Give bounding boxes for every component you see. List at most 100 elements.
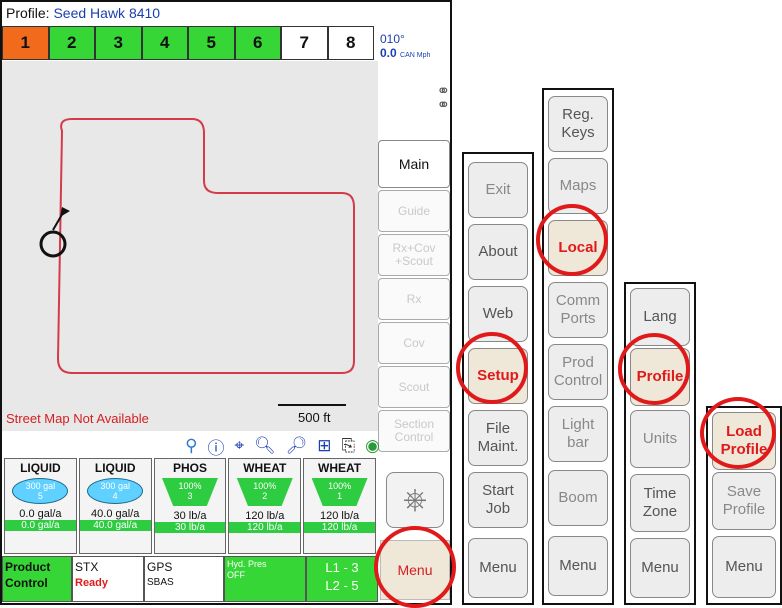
tab-1[interactable]: Guide: [378, 190, 450, 232]
map-view[interactable]: [2, 61, 378, 431]
section-2[interactable]: 2: [48, 26, 95, 60]
col1-button-about[interactable]: About: [468, 224, 528, 280]
product-card[interactable]: PHOS 100% 3 30 lb/a 30 lb/a: [153, 458, 227, 554]
scale-label: 500 ft: [298, 410, 331, 425]
section-3[interactable]: 3: [95, 26, 142, 60]
section-1[interactable]: 1: [2, 26, 49, 60]
product-amount: 100%: [253, 481, 277, 491]
layer-icon[interactable]: ⎘: [342, 436, 356, 456]
product-rate: 120 lb/a: [245, 510, 285, 522]
col1-button-exit[interactable]: Exit: [468, 162, 528, 218]
tab-0[interactable]: Main: [378, 140, 450, 188]
menu-column-2: Reg. Keys Maps Local Comm Ports Prod Control…: [536, 88, 614, 605]
stx-state: Ready: [75, 577, 109, 589]
zoom-out-icon[interactable]: 🔎︎: [286, 436, 308, 456]
speed-unit: CAN Mph: [400, 52, 431, 59]
profile-bar: Profile: Seed Hawk 8410: [2, 2, 160, 24]
tab-column: Main Guide Rx+Cov +Scout Rx Cov Scout Section …: [378, 140, 450, 454]
tab-2[interactable]: Rx+Cov +Scout: [378, 234, 450, 276]
stx-label: STX: [75, 560, 99, 574]
product-amount: 100%: [328, 481, 352, 491]
scale-bar: [278, 404, 346, 406]
hyd-off: OFF: [227, 570, 245, 580]
section-6[interactable]: 6: [234, 26, 281, 60]
steering-wheel-icon: ⎈: [403, 483, 427, 516]
product-level: 300 gal 5: [12, 478, 69, 504]
profile-label: Profile:: [6, 5, 50, 21]
col2-button-menu[interactable]: Menu: [548, 536, 608, 596]
product-rate: 0.0 gal/a: [19, 508, 62, 520]
profile-value: Seed Hawk 8410: [53, 5, 161, 21]
stx-status: STX Ready: [72, 556, 144, 602]
highlight-ring: [700, 397, 776, 469]
col1-button-menu[interactable]: Menu: [468, 538, 528, 598]
product-card[interactable]: LIQUID 300 gal 5 0.0 gal/a 0.0 gal/a: [4, 458, 77, 554]
highlight-ring: [456, 332, 528, 404]
product-number: 4: [112, 491, 118, 501]
zoom-icons[interactable]: ⚭ ⚭: [380, 84, 450, 114]
col1-button-start-job[interactable]: Start Job: [468, 472, 528, 528]
section-5[interactable]: 5: [188, 26, 235, 60]
lane-2: L2 - 5: [325, 578, 359, 593]
steering-wheel-button[interactable]: ⎈: [386, 472, 444, 528]
product-control-button[interactable]: Product Control: [2, 556, 72, 602]
col4-button-save-profile[interactable]: Save Profile: [712, 472, 776, 530]
menu-column-4: Load Profile Save Profile Menu: [700, 397, 782, 605]
product-card[interactable]: WHEAT 100% 2 120 lb/a 120 lb/a: [228, 458, 302, 554]
tab-4[interactable]: Cov: [378, 322, 450, 364]
map-toolbar: ⚲ ⓘ ⌖ 🔍︎ 🔎︎ ⊞ ⎘ ◉: [150, 434, 380, 458]
speed-value: 0.0: [380, 46, 397, 60]
col2-button-boom[interactable]: Boom: [548, 470, 608, 526]
tab-3[interactable]: Rx: [378, 278, 450, 320]
product-number: 1: [337, 491, 343, 501]
col2-button-light-bar[interactable]: Light bar: [548, 406, 608, 462]
product-rate: 120 lb/a: [320, 510, 360, 522]
highlight-ring: [618, 333, 690, 405]
crosshair-icon[interactable]: ⌖: [235, 436, 245, 456]
col3-button-menu[interactable]: Menu: [630, 538, 690, 598]
product-level: 100% 3: [161, 478, 218, 506]
lane-status: L1 - 3 L2 - 5: [306, 556, 378, 602]
col3-button-units[interactable]: Units: [630, 410, 690, 468]
status-bar: Product Control STX Ready GPS SBAS Hyd. …: [2, 556, 378, 602]
section-4[interactable]: 4: [141, 26, 188, 60]
product-name: WHEAT: [243, 461, 287, 475]
zoom-in-icon[interactable]: 🔍︎: [254, 436, 276, 456]
product-name: LIQUID: [20, 461, 61, 475]
gps-label: GPS: [147, 560, 173, 574]
col3-button-time-zone[interactable]: Time Zone: [630, 474, 690, 532]
product-target: 120 lb/a: [229, 522, 301, 533]
field-boundary: [56, 118, 355, 374]
col1-button-file-maint-[interactable]: File Maint.: [468, 410, 528, 466]
heading-value: 010°: [380, 32, 405, 46]
section-7[interactable]: 7: [281, 26, 328, 60]
info-icon[interactable]: ⓘ: [208, 434, 225, 459]
globe-icon[interactable]: ◉: [365, 436, 380, 456]
vehicle-icon: [39, 230, 67, 258]
col2-button-comm-ports[interactable]: Comm Ports: [548, 282, 608, 338]
lane-1: L1 - 3: [325, 560, 359, 575]
pin-icon[interactable]: ⚲: [185, 436, 197, 456]
product-number: 3: [187, 491, 193, 501]
product-level: 300 gal 4: [87, 478, 144, 504]
grid-icon[interactable]: ⊞: [317, 436, 331, 456]
col4-button-menu[interactable]: Menu: [712, 536, 776, 598]
col2-button-reg-keys[interactable]: Reg. Keys: [548, 96, 608, 152]
product-target: 120 lb/a: [304, 522, 375, 533]
speed-readout: 010° 0.0 CAN Mph ⚭ ⚭: [380, 32, 450, 114]
product-target: 40.0 gal/a: [79, 520, 151, 531]
col2-button-prod-control[interactable]: Prod Control: [548, 344, 608, 400]
product-card[interactable]: WHEAT 100% 1 120 lb/a 120 lb/a: [303, 458, 376, 554]
section-8[interactable]: 8: [327, 26, 374, 60]
product-level: 100% 1: [311, 478, 368, 506]
product-amount: 300 gal: [25, 481, 56, 491]
product-name: WHEAT: [318, 461, 362, 475]
product-rate: 40.0 gal/a: [91, 508, 140, 520]
tab-6[interactable]: Section Control: [378, 410, 450, 452]
product-name: PHOS: [172, 461, 207, 475]
map-message: Street Map Not Available: [6, 411, 149, 426]
product-card[interactable]: LIQUID 300 gal 4 40.0 gal/a 40.0 gal/a: [78, 458, 152, 554]
tab-5[interactable]: Scout: [378, 366, 450, 408]
product-amount: 300 gal: [100, 481, 130, 491]
product-amount: 100%: [178, 481, 202, 491]
